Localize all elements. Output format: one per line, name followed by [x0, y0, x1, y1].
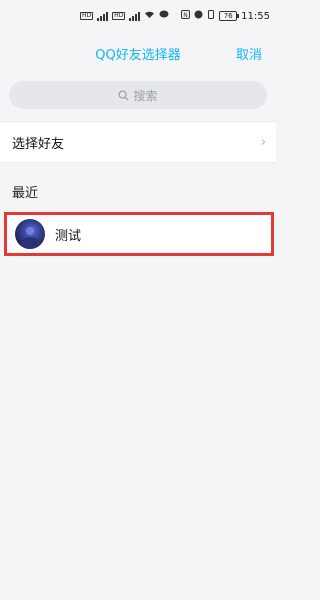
cancel-button[interactable]: 取消 — [236, 44, 262, 63]
search-input[interactable]: 搜索 — [9, 81, 267, 109]
recent-contact-item[interactable]: 测试 — [4, 212, 274, 256]
battery-icon: 76 — [219, 11, 240, 21]
chevron-right-icon: › — [260, 135, 266, 150]
contact-name: 测试 — [55, 228, 82, 244]
wifi-icon — [144, 10, 155, 22]
hd-badge-2: HD — [112, 12, 126, 20]
status-bar: HD HD N 76 11:55 — [0, 0, 276, 34]
search-icon — [118, 89, 130, 101]
svg-text:N: N — [183, 12, 188, 19]
hd-badge: HD — [80, 12, 94, 20]
chat-icon — [159, 10, 169, 22]
vibrate-icon — [207, 10, 215, 22]
recent-section-title: 最近 — [12, 186, 39, 201]
search-placeholder: 搜索 — [133, 88, 158, 103]
page-title: QQ好友选择器 — [95, 48, 181, 63]
alarm-icon — [194, 10, 203, 22]
status-left-icons: HD HD — [80, 10, 169, 22]
nfc-icon: N — [181, 10, 191, 22]
status-time: 11:55 — [241, 10, 270, 22]
signal-icon-2 — [129, 11, 141, 21]
avatar — [15, 219, 45, 249]
status-right-icons: N 76 11:55 — [181, 10, 270, 22]
signal-icon — [97, 11, 109, 21]
nav-bar: QQ好友选择器 取消 — [0, 34, 276, 72]
select-friends-label: 选择好友 — [12, 136, 65, 152]
select-friends-row[interactable]: 选择好友 › — [0, 121, 276, 163]
